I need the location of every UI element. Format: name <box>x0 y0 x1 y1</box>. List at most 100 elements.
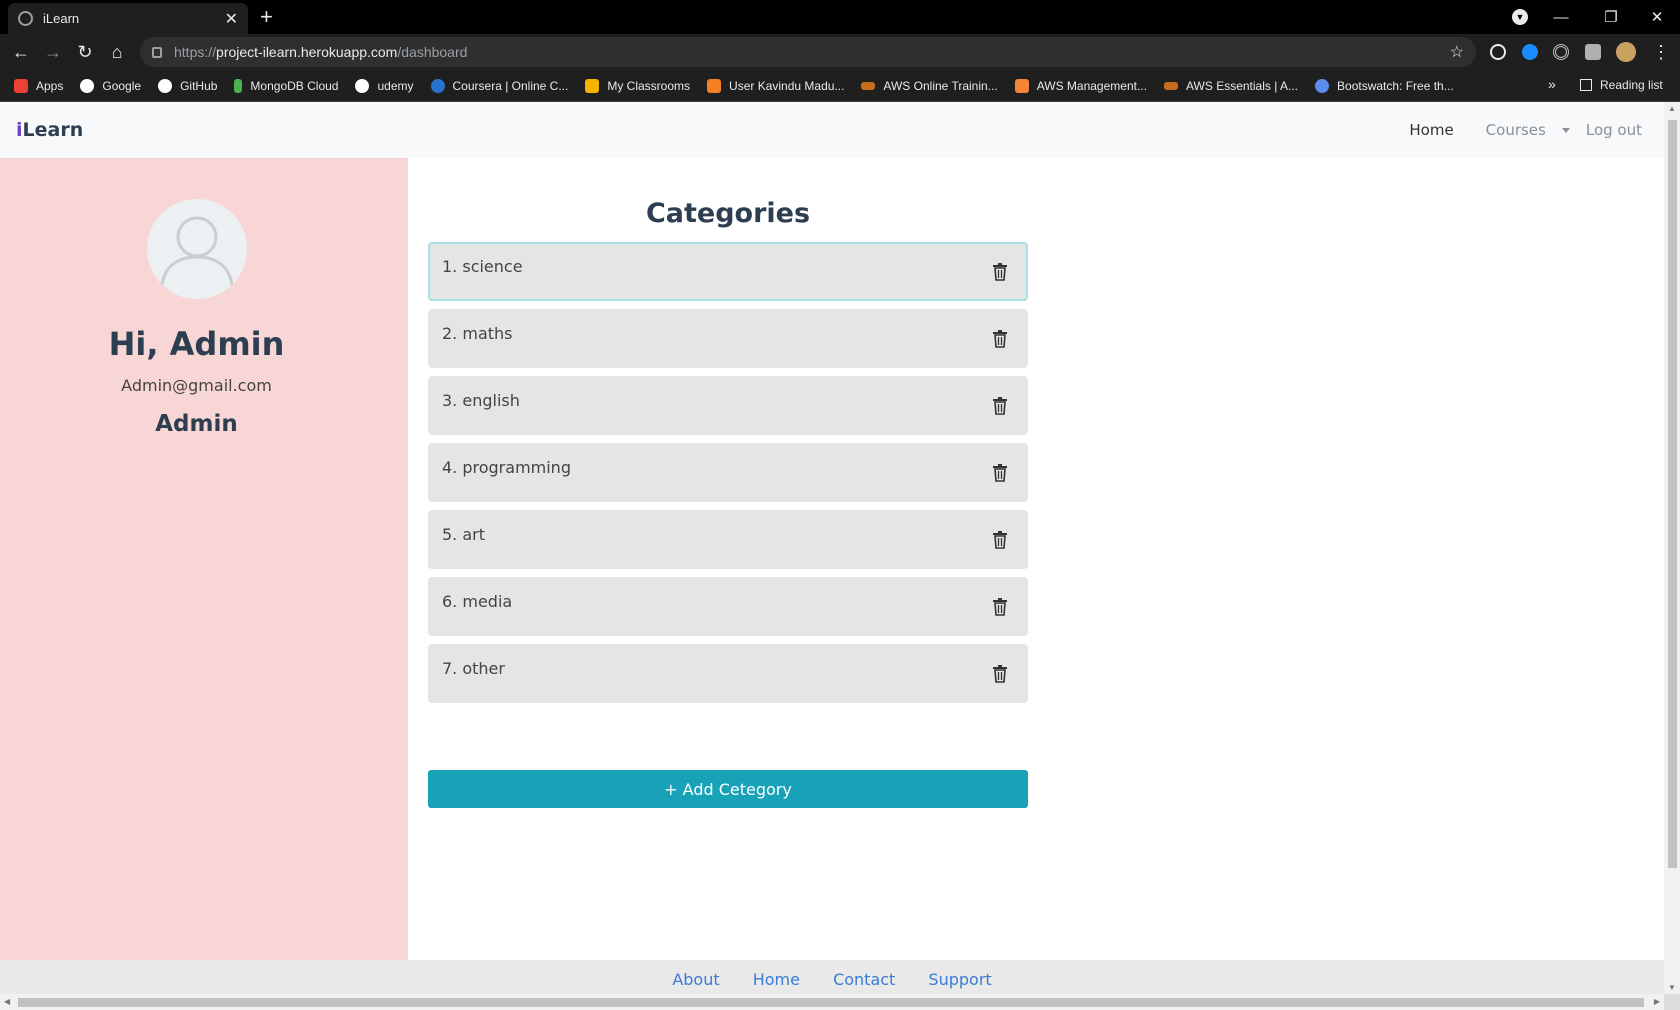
reading-list-button[interactable]: Reading list <box>1580 78 1663 92</box>
vertical-scrollbar[interactable]: ▲ ▼ <box>1664 102 1680 994</box>
bookmark-aws-management[interactable]: AWS Management... <box>1014 78 1147 93</box>
bookmark-google[interactable]: Google <box>80 78 141 93</box>
nav-links: Home Courses Log out <box>1393 121 1642 139</box>
greeting-heading: Hi, Admin <box>108 325 285 363</box>
bookmark-star-icon[interactable]: ☆ <box>1450 42 1464 62</box>
category-label: 2. maths <box>442 324 513 343</box>
kebab-menu-icon[interactable]: ⋮ <box>1648 40 1674 64</box>
aws-cloud-icon <box>1163 81 1178 90</box>
caret-down-icon <box>1561 128 1570 133</box>
github-icon <box>158 78 173 93</box>
scroll-right-icon[interactable]: ▶ <box>1654 997 1660 1006</box>
user-role: Admin <box>155 411 238 437</box>
google-icon <box>80 78 95 93</box>
reading-list-icon <box>1580 79 1592 91</box>
stackoverflow-icon <box>707 78 722 93</box>
new-tab-button[interactable]: + <box>260 4 273 30</box>
category-label: 5. art <box>442 525 486 544</box>
horizontal-scroll-thumb[interactable] <box>18 998 1644 1007</box>
apps-grid-icon <box>14 78 28 93</box>
nav-home[interactable]: Home <box>1409 121 1453 139</box>
close-tab-icon[interactable]: ✕ <box>225 9 238 29</box>
category-label: 3. english <box>442 391 520 410</box>
bookmark-user-profile[interactable]: User Kavindu Madu... <box>707 78 844 93</box>
bookmark-my-classrooms[interactable]: My Classrooms <box>585 78 690 93</box>
nav-courses-dropdown[interactable]: Courses <box>1470 121 1570 139</box>
back-icon[interactable]: ← <box>8 40 34 64</box>
avatar <box>147 199 247 299</box>
user-avatar-icon[interactable] <box>1616 42 1636 62</box>
list-item[interactable]: 7. other <box>428 644 1028 703</box>
bookmarks-overflow-icon[interactable]: » <box>1548 76 1556 92</box>
browser-tab[interactable]: iLearn ✕ <box>8 3 248 34</box>
scroll-up-icon[interactable]: ▲ <box>1668 104 1676 113</box>
bookmark-github[interactable]: GitHub <box>158 78 217 93</box>
puzzle-icon[interactable] <box>1585 44 1601 60</box>
category-label: 1. science <box>442 257 523 276</box>
user-email: Admin@gmail.com <box>121 376 272 395</box>
list-item[interactable]: 2. maths <box>428 309 1028 368</box>
list-item[interactable]: 3. english <box>428 376 1028 435</box>
site-footer: About Home Contact Support <box>0 960 1664 994</box>
extension-blue-icon[interactable] <box>1522 44 1538 60</box>
footer-contact-link[interactable]: Contact <box>833 970 895 989</box>
page-viewport: iLearn Home Courses Log out Hi, Admin Ad… <box>0 102 1664 994</box>
trash-icon[interactable] <box>992 598 1008 616</box>
vertical-scroll-thumb[interactable] <box>1668 120 1677 868</box>
main-content: Categories 1. science 2. maths 3. englis… <box>408 158 1664 960</box>
horizontal-scrollbar[interactable]: ◀ ▶ <box>0 994 1664 1010</box>
tab-title: iLearn <box>43 11 80 26</box>
classroom-icon <box>585 78 600 93</box>
scrollbar-corner <box>1664 994 1680 1010</box>
lock-icon <box>152 46 162 58</box>
scroll-down-icon[interactable]: ▼ <box>1668 983 1676 992</box>
reload-icon[interactable]: ↻ <box>72 40 98 64</box>
bookmark-aws-essentials[interactable]: AWS Essentials | A... <box>1163 79 1298 93</box>
list-item[interactable]: 4. programming <box>428 443 1028 502</box>
trash-icon[interactable] <box>992 464 1008 482</box>
add-category-button[interactable]: + Add Cetegory <box>428 770 1028 808</box>
bootswatch-icon <box>1315 78 1330 93</box>
extension-target-icon[interactable] <box>1553 44 1569 60</box>
address-bar[interactable]: https://project-ilearn.herokuapp.com/das… <box>140 37 1476 67</box>
list-item[interactable]: 1. science <box>428 242 1028 301</box>
footer-support-link[interactable]: Support <box>928 970 991 989</box>
udemy-icon <box>355 78 370 93</box>
minimize-button[interactable]: — <box>1538 0 1584 34</box>
react-devtools-icon[interactable] <box>1490 44 1506 60</box>
trash-icon[interactable] <box>992 330 1008 348</box>
profile-sidebar: Hi, Admin Admin@gmail.com Admin <box>0 158 408 960</box>
trash-icon[interactable] <box>992 263 1008 281</box>
nav-logout[interactable]: Log out <box>1586 121 1642 139</box>
site-brand-logo[interactable]: iLearn <box>16 119 83 141</box>
bookmark-bootswatch[interactable]: Bootswatch: Free th... <box>1315 78 1454 93</box>
bookmark-apps[interactable]: Apps <box>14 78 63 93</box>
bookmark-udemy[interactable]: udemy <box>355 78 414 93</box>
home-icon[interactable]: ⌂ <box>104 40 130 64</box>
scroll-left-icon[interactable]: ◀ <box>4 997 10 1006</box>
list-item[interactable]: 5. art <box>428 510 1028 569</box>
category-label: 4. programming <box>442 458 571 477</box>
browser-toolbar: ← → ↻ ⌂ https://project-ilearn.herokuapp… <box>0 34 1680 70</box>
footer-home-link[interactable]: Home <box>753 970 800 989</box>
trash-icon[interactable] <box>992 397 1008 415</box>
bookmark-mongodb[interactable]: MongoDB Cloud <box>234 78 338 93</box>
bookmark-aws-training[interactable]: AWS Online Trainin... <box>861 79 998 93</box>
aws-cloud-icon <box>861 81 876 90</box>
trash-icon[interactable] <box>992 665 1008 683</box>
list-item[interactable]: 6. media <box>428 577 1028 636</box>
category-list: 1. science 2. maths 3. english 4. progra… <box>428 242 1028 711</box>
mongodb-leaf-icon <box>234 78 243 93</box>
footer-links: About Home Contact Support <box>0 970 1664 989</box>
bookmark-coursera[interactable]: Coursera | Online C... <box>430 78 568 93</box>
user-silhouette-icon <box>160 216 234 286</box>
forward-icon[interactable]: → <box>40 40 66 64</box>
trash-icon[interactable] <box>992 531 1008 549</box>
category-label: 7. other <box>442 659 505 678</box>
browser-tab-strip: iLearn ✕ + ▼ — ❐ ✕ <box>0 0 1680 34</box>
profile-menu-icon[interactable]: ▼ <box>1512 9 1528 25</box>
aws-cube-icon <box>1014 78 1029 93</box>
close-window-button[interactable]: ✕ <box>1634 0 1680 34</box>
restore-button[interactable]: ❐ <box>1588 0 1634 34</box>
footer-about-link[interactable]: About <box>672 970 719 989</box>
